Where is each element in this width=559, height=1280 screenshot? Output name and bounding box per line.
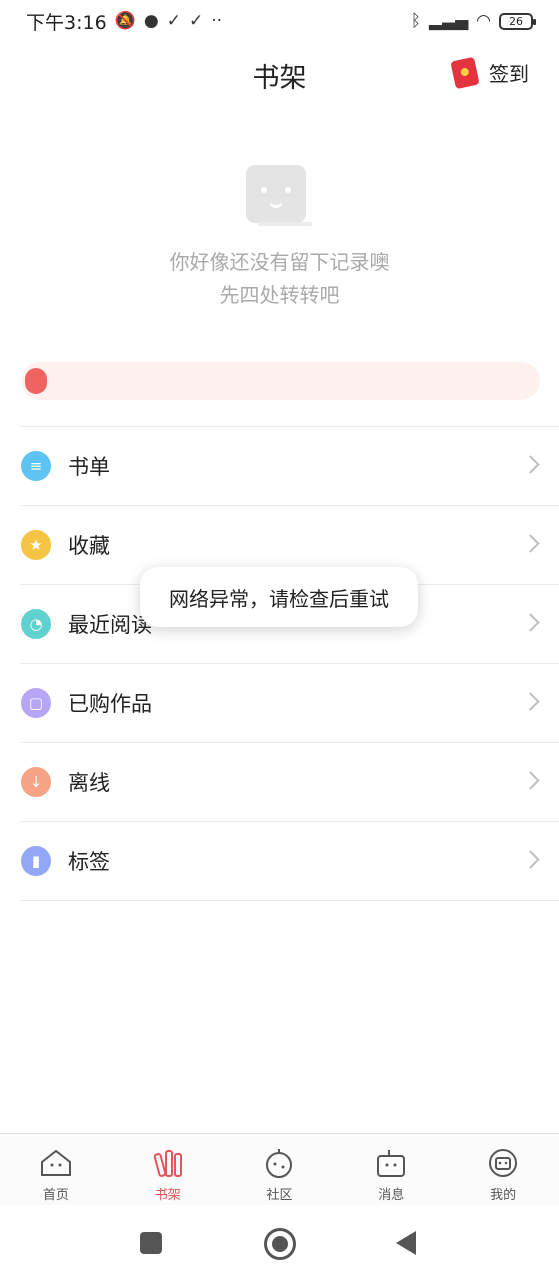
status-left: 下午3:16 🔕 ● ✓ ✓ ·· xyxy=(26,8,222,35)
profile-icon xyxy=(489,1149,518,1177)
square-icon: ▢ xyxy=(21,688,51,718)
signin-label: 签到 xyxy=(489,62,529,86)
chevron-right-icon xyxy=(521,771,540,790)
star-icon: ★ xyxy=(21,530,51,560)
tab-profile[interactable]: 我的 xyxy=(447,1134,559,1206)
home-icon xyxy=(40,1149,71,1176)
progress-strip xyxy=(21,362,540,400)
title-bar: 书架 签到 xyxy=(0,42,559,106)
toast-message: 网络异常，请检查后重试 xyxy=(140,567,418,627)
tab-label: 社区 xyxy=(266,1188,293,1203)
wifi-icon: ◠ xyxy=(476,11,491,31)
tab-label: 书架 xyxy=(154,1188,181,1203)
dots-icon: ·· xyxy=(211,11,222,31)
download-icon: ↓ xyxy=(21,767,51,797)
tab-label: 首页 xyxy=(42,1188,69,1203)
red-envelope-icon xyxy=(450,56,480,89)
check-icon: ✓ xyxy=(188,11,204,31)
back-button[interactable] xyxy=(396,1231,416,1255)
home-button[interactable] xyxy=(264,1228,296,1260)
empty-shadow xyxy=(258,222,312,226)
tab-community[interactable]: 社区 xyxy=(224,1134,336,1206)
bookshelf-icon xyxy=(153,1150,182,1177)
menu-label: 已购作品 xyxy=(68,692,152,716)
check-icon: ✓ xyxy=(166,11,181,31)
chevron-right-icon xyxy=(521,613,540,632)
chat-icon: ● xyxy=(143,11,159,31)
battery-icon: 26 xyxy=(499,12,536,30)
mouth xyxy=(270,199,282,208)
tab-label: 我的 xyxy=(490,1188,517,1203)
chevron-right-icon xyxy=(521,534,540,553)
menu-label: 最近阅读 xyxy=(68,613,152,637)
menu-label: 离线 xyxy=(68,771,110,795)
status-time: 下午3:16 xyxy=(26,11,107,34)
signal-icon: ▂▃▄ xyxy=(428,11,469,31)
battery-level: 26 xyxy=(509,14,523,28)
tab-label: 消息 xyxy=(378,1188,405,1203)
menu-item-tags[interactable]: ▮ 标签 xyxy=(21,821,559,901)
layers-icon: ≡ xyxy=(21,451,51,481)
recent-apps-button[interactable] xyxy=(140,1232,162,1254)
empty-face-icon xyxy=(246,165,306,223)
menu-item-offline[interactable]: ↓ 离线 xyxy=(21,742,559,821)
tab-home[interactable]: 首页 xyxy=(0,1134,112,1206)
status-bar: 下午3:16 🔕 ● ✓ ✓ ·· ᛒ ▂▃▄ ◠ 26 xyxy=(0,0,559,42)
community-icon xyxy=(266,1149,293,1178)
mute-icon: 🔕 xyxy=(114,11,136,31)
eye-right xyxy=(285,187,291,193)
menu-label: 收藏 xyxy=(68,534,110,558)
menu-label: 书单 xyxy=(68,455,110,479)
empty-text-line2: 先四处转转吧 xyxy=(219,283,340,307)
chevron-right-icon xyxy=(521,692,540,711)
menu-item-purchased[interactable]: ▢ 已购作品 xyxy=(21,663,559,742)
bottom-tab-bar: 首页 书架 社区 消息 我的 xyxy=(0,1133,559,1206)
eye-left xyxy=(261,187,267,193)
system-nav-bar xyxy=(0,1205,559,1280)
progress-dot xyxy=(25,368,47,394)
chevron-right-icon xyxy=(521,455,540,474)
menu-item-booklist[interactable]: ≡ 书单 xyxy=(21,426,559,505)
clock-icon: ◔ xyxy=(21,609,51,639)
signin-button[interactable]: 签到 xyxy=(450,56,529,89)
menu-label: 标签 xyxy=(68,850,110,874)
status-right: ᛒ ▂▃▄ ◠ 26 xyxy=(410,11,536,31)
bookmark-icon: ▮ xyxy=(21,846,51,876)
empty-text-line1: 你好像还没有留下记录噢 xyxy=(169,250,390,274)
tab-messages[interactable]: 消息 xyxy=(335,1134,447,1206)
chevron-right-icon xyxy=(521,850,540,869)
message-icon xyxy=(377,1150,406,1177)
bluetooth-icon: ᛒ xyxy=(410,11,421,31)
tab-bookshelf[interactable]: 书架 xyxy=(112,1134,224,1206)
menu-list: ≡ 书单 ★ 收藏 ◔ 最近阅读 ▢ 已购作品 ↓ 离线 ▮ 标签 xyxy=(21,426,559,901)
